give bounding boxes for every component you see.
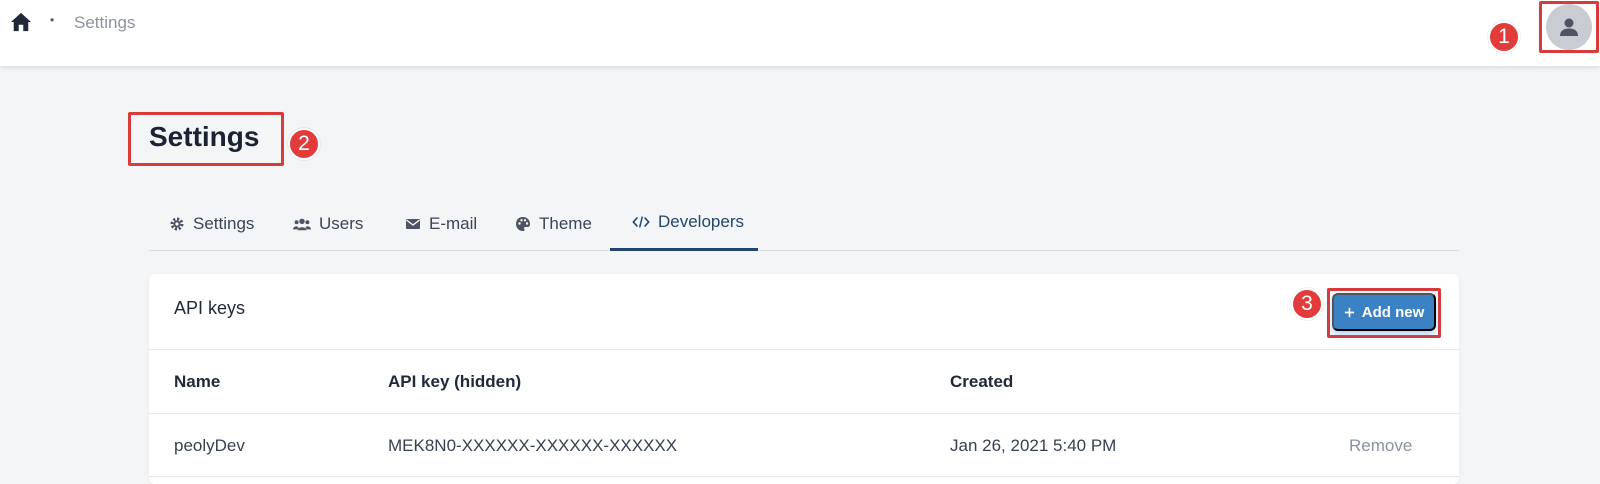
avatar: [1546, 4, 1592, 50]
api-keys-card: API keys 3 Add new Name API key (hidden)…: [149, 274, 1459, 484]
gear-icon: [170, 217, 184, 230]
breadcrumb-separator: •: [50, 13, 55, 27]
top-bar: • Settings 1: [0, 0, 1600, 66]
divider: [149, 476, 1459, 477]
column-header-name: Name: [174, 372, 221, 391]
add-new-label: Add new: [1361, 303, 1425, 321]
tab-label: Settings: [193, 213, 255, 233]
settings-tabs: Settings Users E-mail Theme Developers: [149, 196, 1459, 251]
tab-email[interactable]: E-mail: [405, 196, 477, 251]
row-api-key: MEK8N0-XXXXXX-XXXXXX-XXXXXX: [388, 436, 678, 455]
palette-icon: [516, 216, 530, 231]
remove-button[interactable]: Remove: [1349, 436, 1412, 456]
annotation-badge-3: 3: [1291, 288, 1323, 320]
tab-label: Users: [319, 213, 364, 233]
column-header-api-key: API key (hidden): [388, 372, 522, 391]
user-icon: [1560, 18, 1578, 36]
tab-theme[interactable]: Theme: [515, 196, 592, 251]
column-header-created: Created: [950, 372, 1014, 391]
row-created: Jan 26, 2021 5:40 PM: [950, 436, 1117, 455]
home-icon[interactable]: [10, 12, 32, 32]
code-icon: [632, 216, 650, 228]
users-icon: [293, 218, 311, 230]
annotation-badge-1: 1: [1488, 21, 1520, 53]
row-name: peolyDev: [174, 436, 245, 455]
tab-developers[interactable]: Developers: [610, 196, 758, 251]
plus-icon: [1344, 307, 1354, 317]
tab-label: E-mail: [429, 213, 478, 233]
breadcrumb-current: Settings: [74, 13, 136, 32]
user-avatar-button[interactable]: [1539, 1, 1599, 53]
tab-users[interactable]: Users: [293, 196, 363, 251]
divider: [149, 413, 1459, 414]
envelope-icon: [406, 218, 420, 229]
tab-label: Theme: [539, 213, 592, 233]
divider: [149, 349, 1459, 350]
annotation-badge-2: 2: [288, 128, 320, 160]
card-title: API keys: [174, 298, 246, 318]
add-new-button[interactable]: Add new: [1332, 293, 1436, 331]
tab-settings[interactable]: Settings: [169, 196, 254, 251]
page-title: Settings: [149, 121, 260, 152]
tab-label: Developers: [658, 212, 744, 231]
